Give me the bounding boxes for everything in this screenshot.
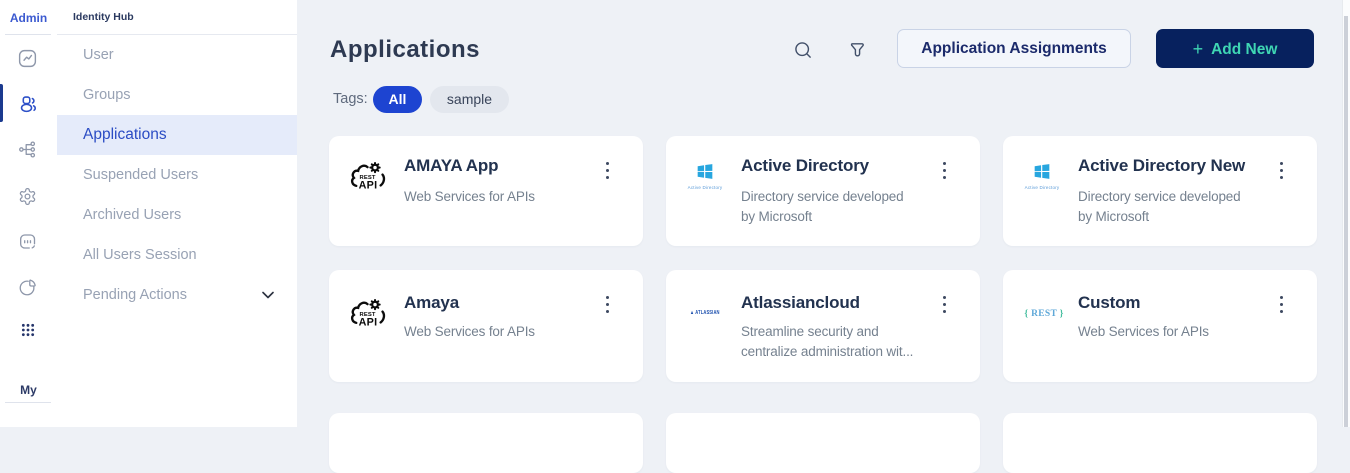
svg-text:API: API (359, 317, 378, 328)
svg-text:API: API (359, 180, 378, 191)
